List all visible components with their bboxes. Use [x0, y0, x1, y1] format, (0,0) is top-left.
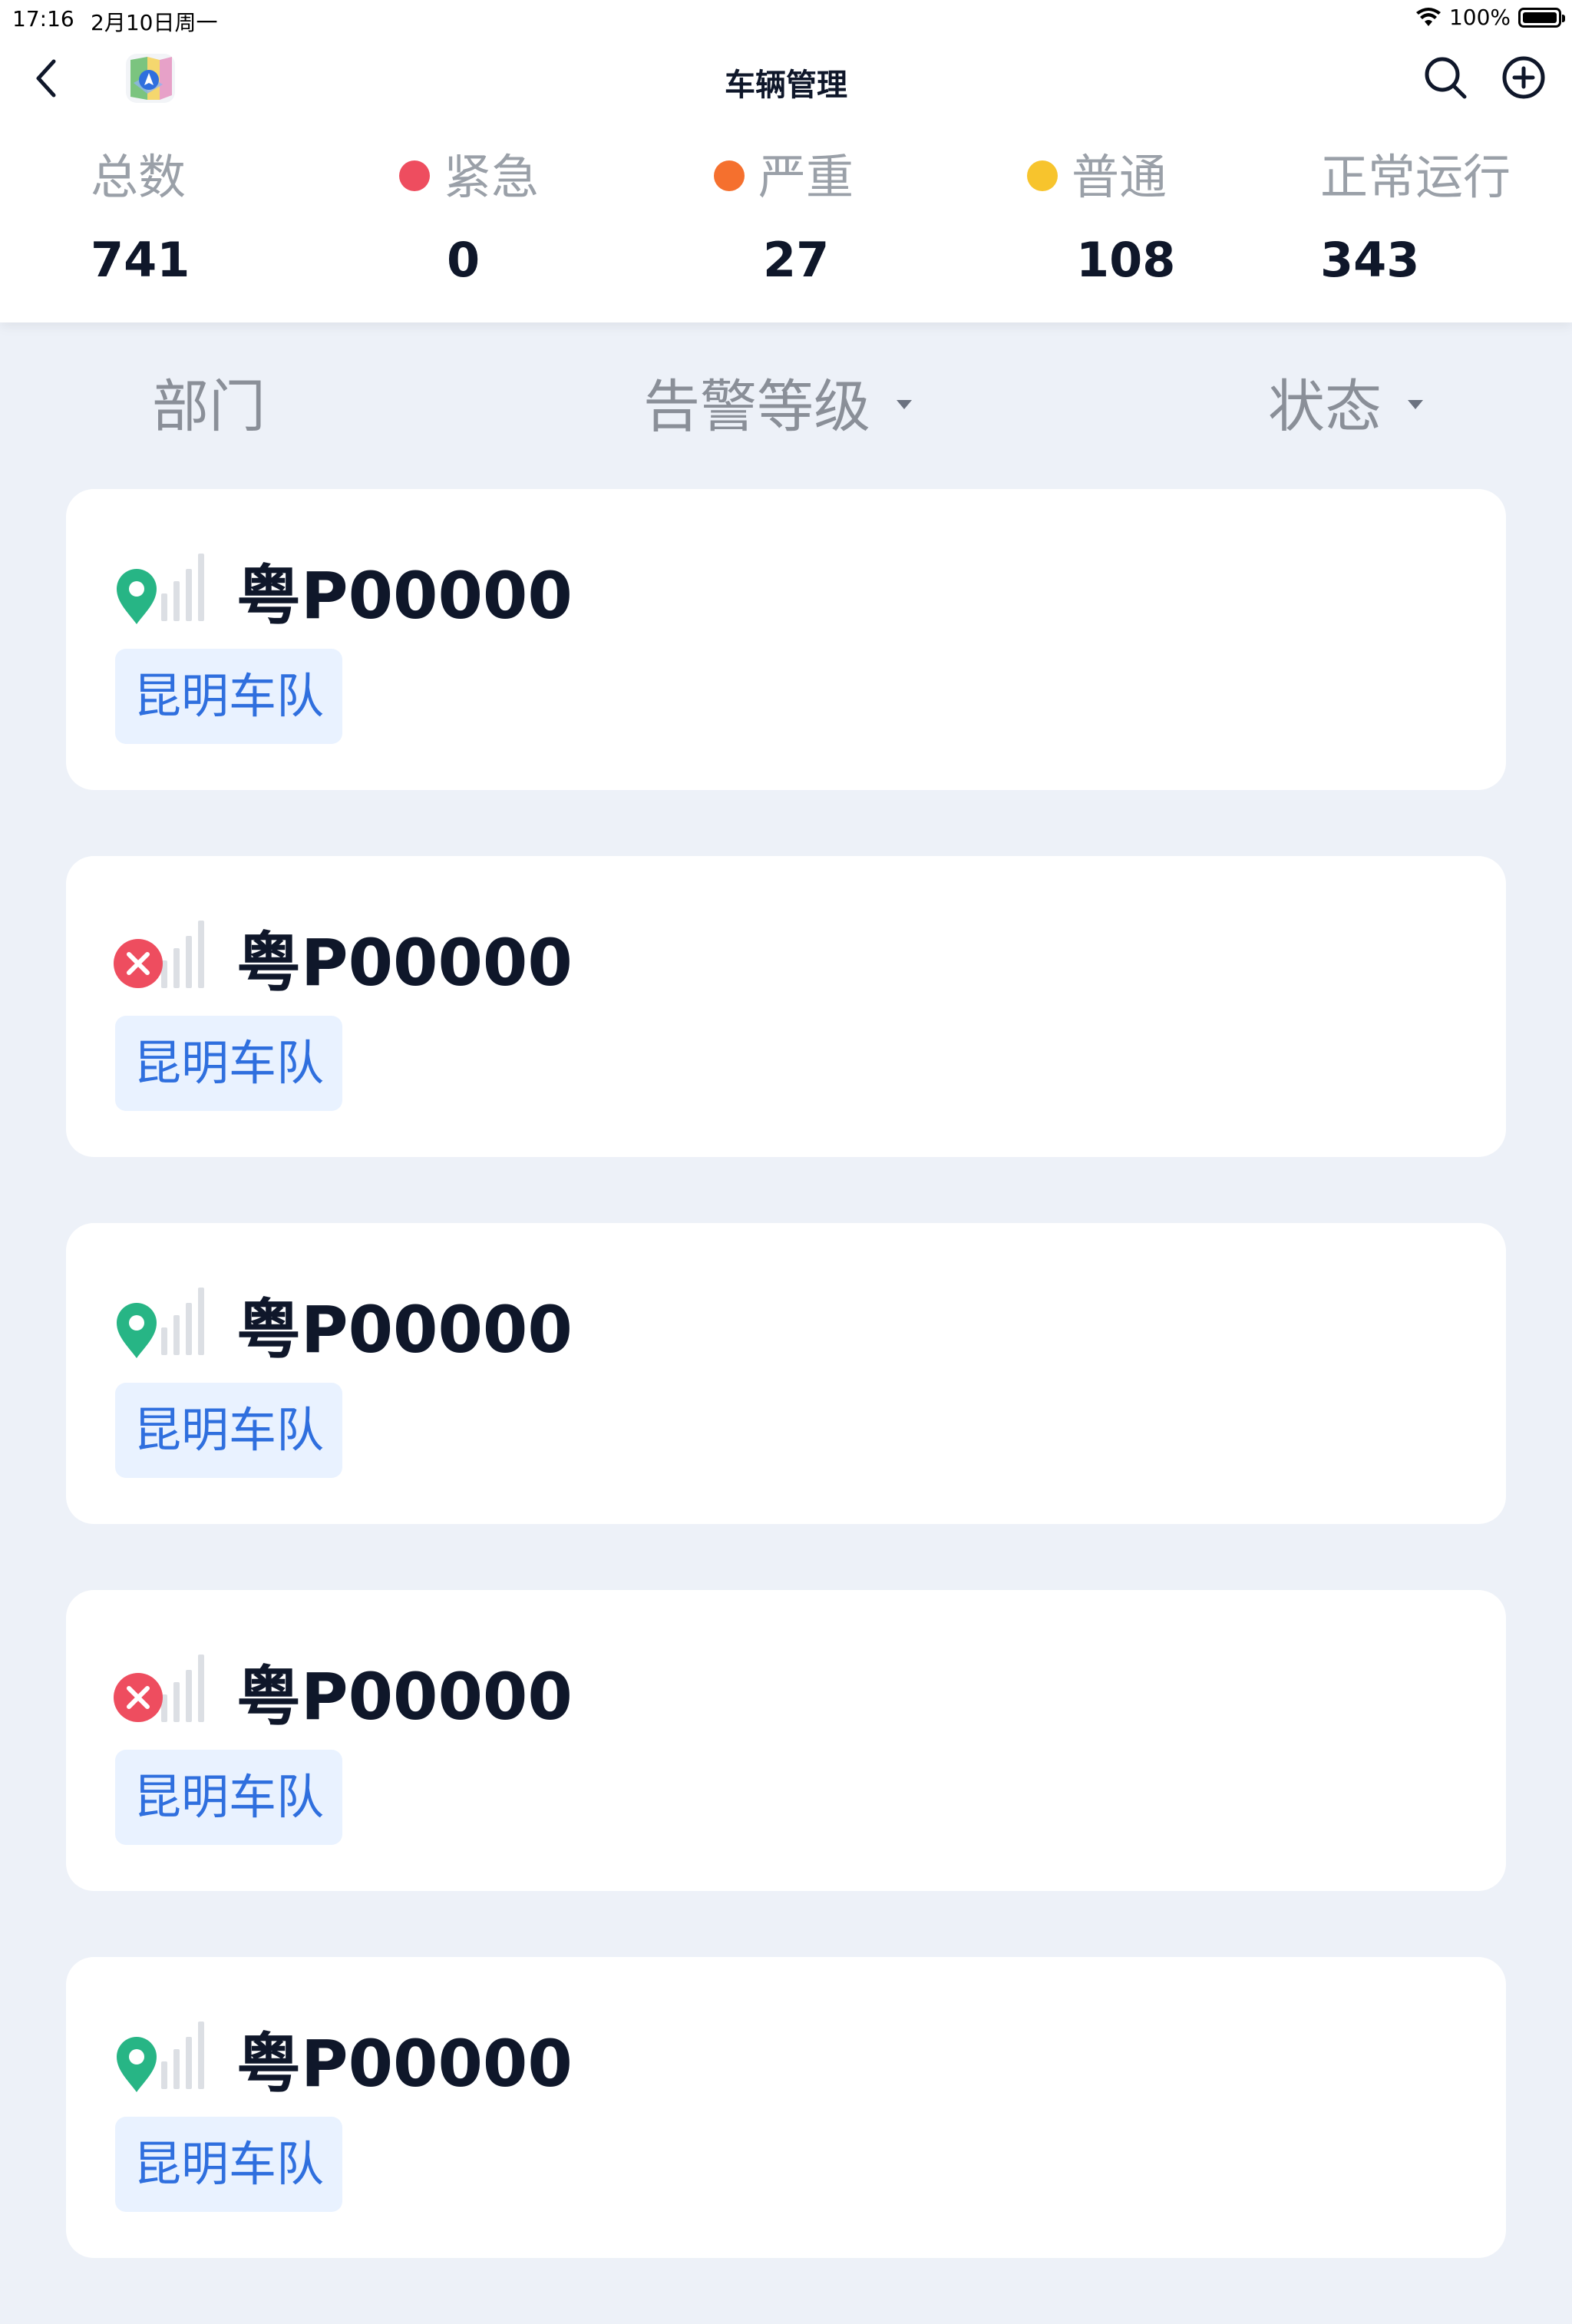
vehicle-card[interactable]: 粤P00000 昆明车队 [66, 1957, 1506, 2258]
stat-label: 严重 [758, 149, 854, 205]
filter-alarm-level[interactable]: 告警等级 [643, 361, 912, 443]
page-title: 车辆管理 [725, 68, 847, 103]
wifi-icon [1415, 7, 1441, 26]
team-tag: 昆明车队 [115, 1016, 343, 1111]
vehicle-card[interactable]: 粤P00000 昆明车队 [66, 856, 1506, 1157]
filter-status[interactable]: 状态 [1268, 361, 1423, 443]
vehicle-card[interactable]: 粤P00000 昆明车队 [66, 1590, 1506, 1891]
nav-bar: 车辆管理 [0, 38, 1572, 123]
online-location-signal-icon [117, 2022, 204, 2092]
battery-percent: 100% [1448, 5, 1511, 30]
status-indicators: 100% [1415, 5, 1565, 30]
stat-value: 108 [1076, 232, 1176, 288]
team-tag: 昆明车队 [115, 649, 343, 744]
caret-down-icon [1408, 399, 1423, 409]
team-tag: 昆明车队 [115, 1750, 343, 1845]
filter-department[interactable]: 部门 [152, 361, 266, 443]
stat-label: 紧急 [444, 149, 540, 205]
battery-icon [1518, 7, 1565, 28]
stat-value: 27 [763, 232, 830, 288]
team-tag: 昆明车队 [115, 1383, 343, 1478]
status-date: 2月10日周一 [91, 10, 218, 35]
stat-label: 普通 [1072, 149, 1167, 205]
plate-number: 粤P00000 [236, 925, 573, 1000]
normal-dot-icon [1027, 160, 1058, 191]
stat-value: 343 [1320, 232, 1420, 288]
filter-label: 部门 [152, 374, 266, 440]
status-bar: 17:16 2月10日周一 100% [0, 0, 1572, 38]
vehicle-card[interactable]: 粤P00000 昆明车队 [66, 1223, 1506, 1524]
plate-number: 粤P00000 [236, 1292, 573, 1367]
stat-normal[interactable]: 普通 108 [1027, 138, 1175, 288]
urgent-dot-icon [399, 160, 430, 191]
online-location-signal-icon [117, 1288, 204, 1358]
offline-error-signal-icon [114, 921, 204, 988]
plus-circle-icon[interactable] [1500, 54, 1547, 101]
plate-number: 粤P00000 [236, 558, 573, 633]
filter-label: 状态 [1268, 374, 1382, 440]
stat-value: 0 [447, 232, 481, 288]
online-location-signal-icon [117, 554, 204, 624]
header-panel: 17:16 2月10日周一 100% 车辆管理 总数 741 紧急 0 严重 2… [0, 0, 1572, 322]
stat-value: 741 [91, 232, 190, 288]
stat-serious[interactable]: 严重 27 [714, 138, 854, 288]
filter-bar: 部门 告警等级 状态 [0, 361, 1572, 453]
stat-running[interactable]: 正常运行 343 [1320, 138, 1511, 288]
vehicle-list: 粤P00000 昆明车队 粤P00000 昆明车队 粤P00000 昆明车队 粤… [66, 489, 1506, 2324]
search-icon[interactable] [1422, 54, 1469, 101]
status-time: 17:16 [12, 6, 74, 31]
filter-label: 告警等级 [643, 374, 870, 440]
offline-error-signal-icon [114, 1655, 204, 1722]
alarm-summary: 总数 741 紧急 0 严重 27 普通 108 正常运行 343 [0, 138, 1572, 292]
stat-urgent[interactable]: 紧急 0 [399, 138, 539, 288]
plate-number: 粤P00000 [236, 1659, 573, 1734]
plate-number: 粤P00000 [236, 2026, 573, 2101]
caret-down-icon [897, 399, 912, 409]
vehicle-card[interactable]: 粤P00000 昆明车队 [66, 489, 1506, 790]
serious-dot-icon [714, 160, 745, 191]
stat-label: 总数 [91, 149, 187, 205]
stat-label: 正常运行 [1320, 149, 1511, 205]
team-tag: 昆明车队 [115, 2117, 343, 2212]
stat-total[interactable]: 总数 741 [91, 138, 190, 288]
